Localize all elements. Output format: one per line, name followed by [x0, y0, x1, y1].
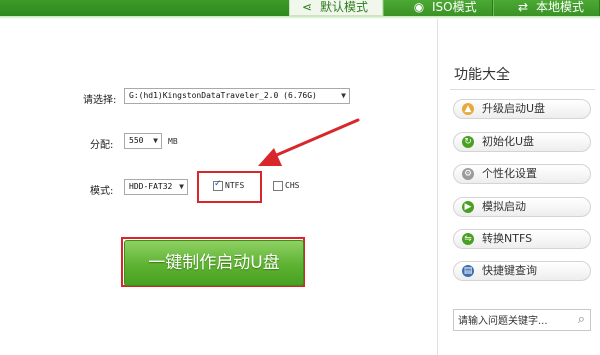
sidebar: 功能大全 ▲ 升级启动U盘 ↻ 初始化U盘 ⚙ 个性化设置 ▶ 模拟启动 ⇋ 转…	[437, 19, 600, 355]
sidebar-item-label: 转换NTFS	[482, 232, 533, 245]
sidebar-item-upgrade[interactable]: ▲ 升级启动U盘	[453, 99, 591, 119]
search-icon[interactable]: ⌕	[578, 312, 585, 327]
play-icon: ▶	[462, 201, 474, 213]
convert-icon: ⇋	[462, 233, 474, 245]
folder-up-icon: ▲	[462, 103, 474, 115]
sidebar-item-label: 模拟启动	[482, 200, 526, 213]
search-input[interactable]	[456, 311, 568, 331]
sidebar-item-label: 升级启动U盘	[482, 102, 546, 115]
refresh-icon: ↻	[462, 136, 474, 148]
sidebar-item-simulate[interactable]: ▶ 模拟启动	[453, 197, 591, 217]
sidebar-item-label: 快捷键查询	[482, 264, 537, 277]
sidebar-divider	[450, 89, 595, 90]
sidebar-item-personalize[interactable]: ⚙ 个性化设置	[453, 164, 591, 184]
sidebar-item-label: 初始化U盘	[482, 135, 535, 148]
search-box: ⌕	[453, 309, 591, 331]
sidebar-item-init[interactable]: ↻ 初始化U盘	[453, 132, 591, 152]
sidebar-item-hotkeys[interactable]: ▤ 快捷键查询	[453, 261, 591, 281]
make-boot-usb-button[interactable]: 一键制作启动U盘	[124, 240, 304, 286]
sidebar-item-label: 个性化设置	[482, 167, 537, 180]
sidebar-item-ntfs[interactable]: ⇋ 转换NTFS	[453, 229, 591, 249]
gear-icon: ⚙	[462, 168, 474, 180]
book-icon: ▤	[462, 265, 474, 277]
sidebar-title: 功能大全	[454, 67, 510, 83]
